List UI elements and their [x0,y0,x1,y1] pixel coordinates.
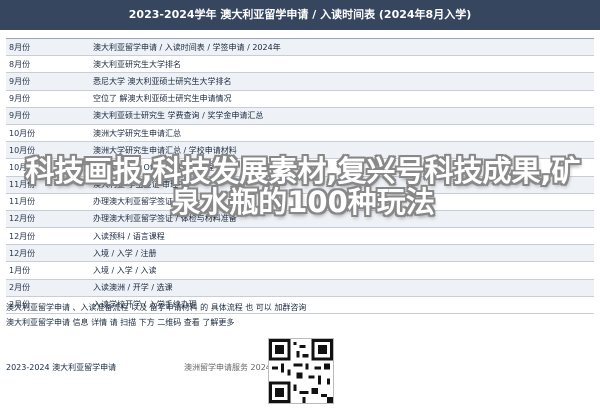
row-description: 入读预科 / 语言课程 [93,231,165,241]
row-date: 9月份 [9,111,31,121]
row-description: 澳洲大学研究生申请汇总 [93,128,181,138]
row-description: 悉尼大学 澳大利亚硕士研究生大学排名 [93,76,232,86]
row-date: 12月份 [9,248,36,258]
table-row: 9月份 悉尼大学 澳大利亚硕士研究生大学排名 [6,73,594,91]
table-row: 12月份 入境 / 入学 / 注册 [6,245,594,263]
row-description: 澳大利亚硕士研究生 学费查询 / 奖学金申请汇总 [93,111,264,121]
row-description: 入境 / 入学 / 入读 [93,266,157,276]
row-date: 10月份 [9,128,36,138]
note-line: 澳大利亚留学申请 信息 详情 请 扫描 下方 二维码 查看 了解更多 [6,318,235,327]
row-date: 8月份 [9,42,31,52]
note-line: 澳大利亚留学申请 、入读准备流程 以及 留学申请材料 的 具体流程 也 可以 加… [6,303,307,312]
notes: 澳大利亚留学申请 、入读准备流程 以及 留学申请材料 的 具体流程 也 可以 加… [6,300,594,330]
row-description: 入境 / 入学 / 注册 [93,248,157,258]
row-date: 12月份 [9,231,36,241]
row-date: 9月份 [9,76,31,86]
table-row: 8月份 澳大利亚留学申请 / 入读时间表 / 学签申请 / 2024年 [6,39,594,57]
row-date: 9月份 [9,94,31,104]
footer-left: 2023-2024 澳大利亚留学申请 [6,363,117,372]
row-date: 8月份 [9,59,31,69]
row-description: 入读澳洲 / 开学 / 选课 [93,283,173,293]
table-row: 2月份 入读澳洲 / 开学 / 选课 [6,279,594,297]
table-row: 9月份 空位了 解澳大利亚硕士研究生申请情况 [6,91,594,108]
table-row: 9月份 澳大利亚硕士研究生 学费查询 / 奖学金申请汇总 [6,107,594,125]
overlay-title: 科技画报,科技发展素材,复兴号科技成果,矿泉水瓶的100种玩法 [25,154,581,219]
row-description: 空位了 解澳大利亚硕士研究生申请情况 [93,94,232,104]
document-page: 2023-2024学年 澳大利亚留学申请 / 入读时间表 (2024年8月入学)… [0,0,600,417]
footer-right: 澳洲留学申请服务 2024 [184,363,271,372]
table-row: 8月份 澳大利亚研究生大学排名 [6,56,594,74]
table-row: 12月份 入读预科 / 语言课程 [6,228,594,246]
qr-code-icon [268,338,334,404]
row-date: 1月份 [9,266,31,276]
qr-code-graphic [269,339,333,403]
table-title: 2023-2024学年 澳大利亚留学申请 / 入读时间表 (2024年8月入学) [0,0,600,30]
row-description: 澳大利亚留学申请 / 入读时间表 / 学签申请 / 2024年 [93,42,281,52]
table-row: 1月份 入境 / 入学 / 入读 [6,262,594,280]
table-row: 10月份 澳洲大学研究生申请汇总 [6,125,594,143]
row-date: 2月份 [9,283,31,293]
row-description: 澳大利亚研究生大学排名 [93,59,181,69]
